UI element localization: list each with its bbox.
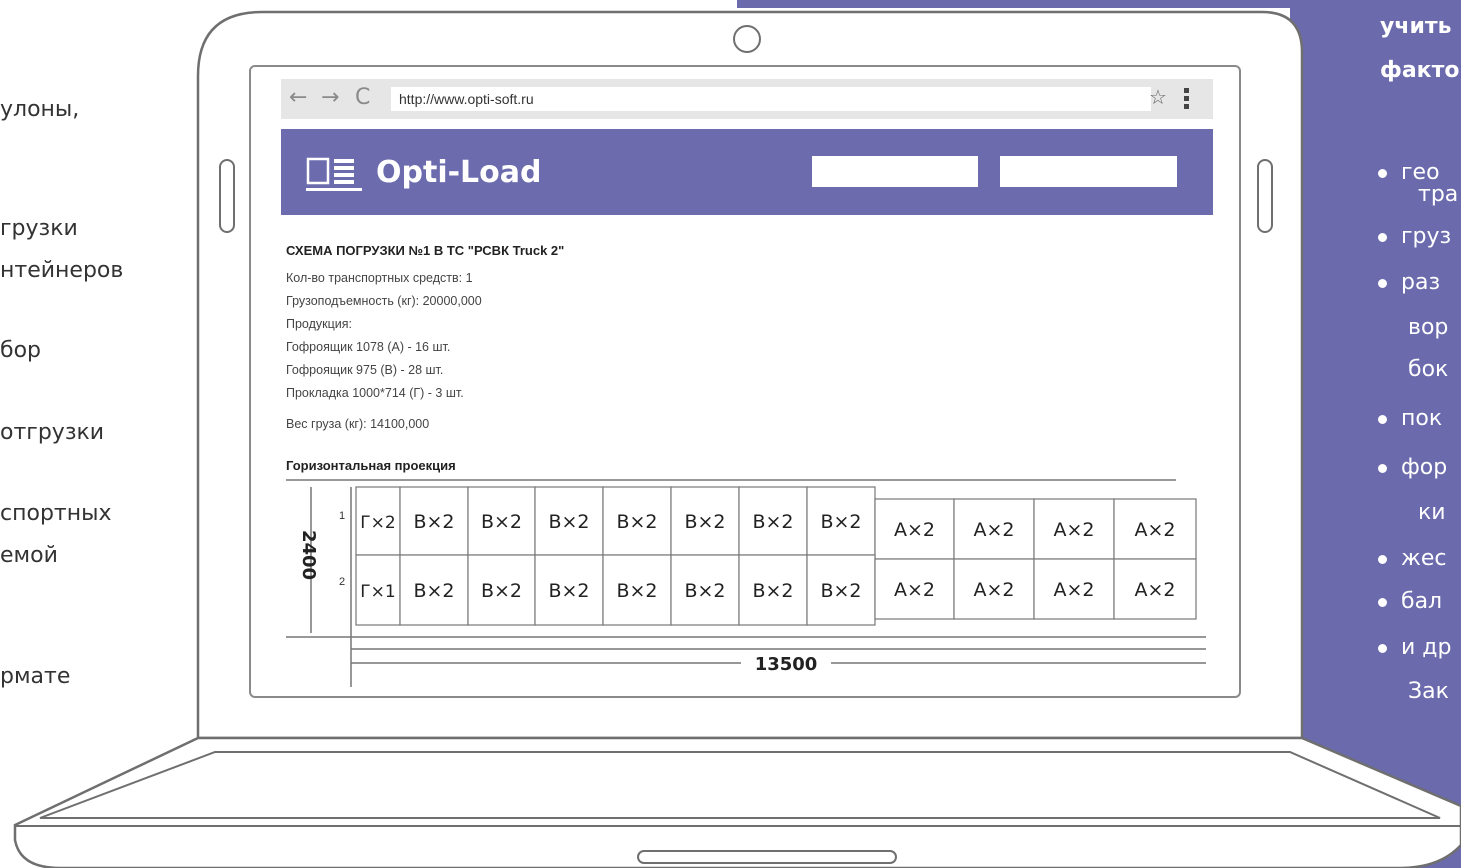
cargo-cell-label: А×2 [1053, 519, 1094, 541]
cargo-cell-label: В×2 [548, 511, 589, 533]
cargo-cell-label: В×2 [481, 580, 522, 602]
cargo-cell-label: А×2 [1134, 579, 1175, 601]
cargo-cell-label: В×2 [820, 511, 861, 533]
cargo-cell-label: Г×2 [360, 513, 395, 533]
cargo-cell-label: В×2 [684, 580, 725, 602]
cargo-cell-label: А×2 [1053, 579, 1094, 601]
cargo-cell-label: А×2 [894, 519, 935, 541]
row-number: 1 [339, 510, 345, 522]
cargo-cell-label: В×2 [616, 580, 657, 602]
cargo-cell-label: А×2 [973, 579, 1014, 601]
loading-diagram: 2400 13500 1 Г×2 В×2 В×2 В×2 В×2 В×2 В×2 В×2 А×2 А… [286, 479, 1206, 687]
length-dimension-label: 13500 [755, 654, 818, 675]
width-dimension-label: 2400 [298, 530, 319, 580]
laptop-screen: ← → C http://www.opti-soft.ru ☆ Opti-Loa… [249, 65, 1241, 698]
cargo-cell-label: В×2 [413, 511, 454, 533]
cargo-cell-label: А×2 [1134, 519, 1175, 541]
cargo-cell-label: В×2 [752, 580, 793, 602]
cargo-cell-label: Г×1 [360, 582, 395, 602]
cargo-cell-label: В×2 [752, 511, 793, 533]
cargo-cell-label: А×2 [973, 519, 1014, 541]
cargo-cell-label: В×2 [684, 511, 725, 533]
row-number: 2 [339, 576, 345, 588]
cargo-cell-label: В×2 [481, 511, 522, 533]
cargo-cell-label: В×2 [820, 580, 861, 602]
cargo-cell-label: В×2 [413, 580, 454, 602]
cargo-cell-label: В×2 [548, 580, 589, 602]
cargo-cell-label: В×2 [616, 511, 657, 533]
cargo-cell-label: А×2 [894, 579, 935, 601]
